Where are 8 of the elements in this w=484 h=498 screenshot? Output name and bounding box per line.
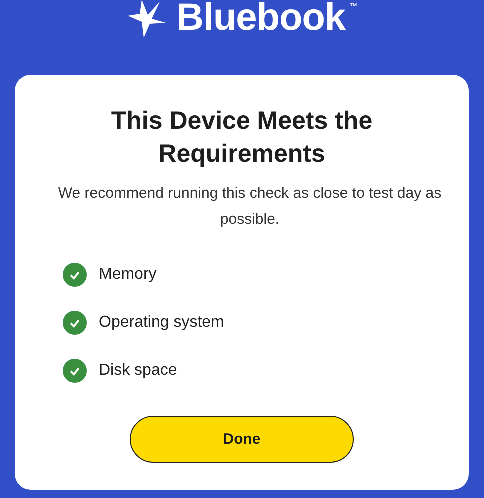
check-label: Operating system: [99, 314, 224, 332]
check-label: Disk space: [99, 362, 178, 380]
trademark-symbol: ™: [350, 2, 358, 11]
recommendation-text: We recommend running this check as close to test day as possible.: [57, 184, 443, 230]
check-label: Memory: [99, 266, 157, 284]
dialog-title: This Device Meets the Requirements: [110, 106, 374, 170]
logo-text: Bluebook: [176, 0, 346, 40]
done-button[interactable]: Done: [130, 416, 354, 463]
